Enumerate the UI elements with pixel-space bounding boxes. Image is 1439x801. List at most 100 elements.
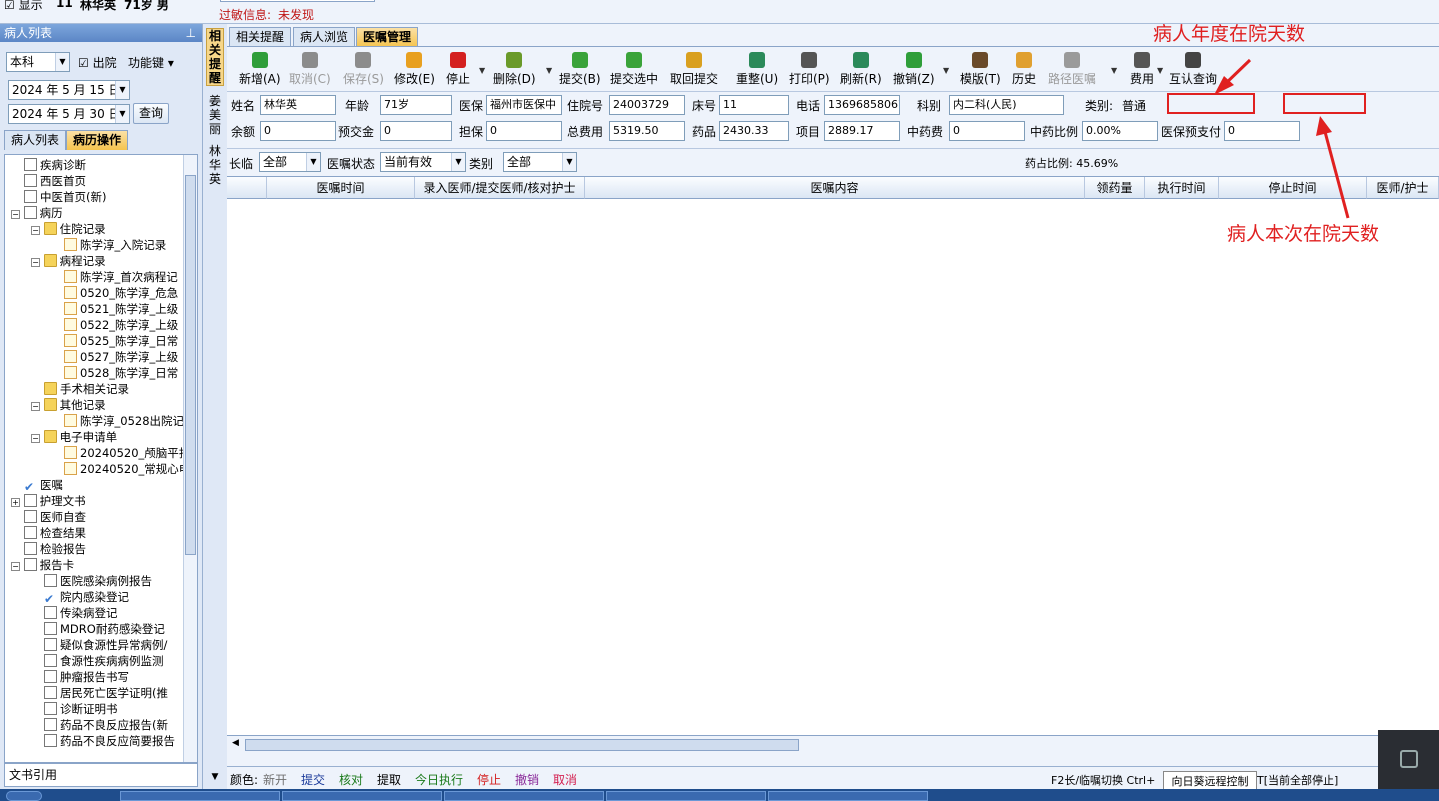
dropdown-arrow-icon[interactable]: ▼ [943,66,949,75]
tree-node[interactable]: 20240520_常规心电 [51,461,190,477]
doc-reference[interactable]: 文书引用 [4,763,198,787]
date-from[interactable]: 2024 年 5 月 15 日 ▼ [8,80,130,100]
grid-hscrollbar[interactable]: ◀ [227,735,1439,753]
tree-node[interactable]: 药品不良反应报告(新 [31,717,168,733]
function-key-menu[interactable]: 功能键 ▾ [128,54,174,71]
grid-col-select[interactable] [227,177,267,199]
toolbar-button[interactable]: 取回提交 [670,52,718,90]
grid-col-qty[interactable]: 领药量 [1085,177,1145,199]
tree-node[interactable]: 20240520_颅脑平扫 [51,445,190,461]
toolbar-button[interactable]: 历史 [1012,52,1036,90]
expander-icon[interactable]: − [11,210,20,219]
toolbar-button[interactable]: 重整(U) [736,52,778,90]
expander-icon[interactable]: + [11,498,20,507]
tree-node[interactable]: 检验报告 [11,541,86,557]
collapse-icon[interactable]: ▼ [206,770,224,784]
date-to[interactable]: 2024 年 5 月 30 日 ▼ [8,104,130,124]
vtab-patient-2[interactable]: 林华英 [206,144,224,186]
expander-icon[interactable]: − [31,226,40,235]
vtab-patient-1[interactable]: 姜美丽 [206,94,224,136]
toolbar-button[interactable]: 刷新(R) [840,52,882,90]
taskbar-item-1[interactable] [120,791,280,801]
vtab-related[interactable]: 相关提醒 [206,28,224,86]
taskbar-item-5[interactable] [768,791,928,801]
tree-node[interactable]: 医院感染病例报告 [31,573,152,589]
tree-node[interactable]: 食源性疾病病例监测 [31,653,164,669]
tab-related-reminder[interactable]: 相关提醒 [229,27,292,47]
start-button[interactable] [6,791,42,801]
dropdown-arrow-icon[interactable]: ▼ [546,66,552,75]
tree-node[interactable]: 0522_陈学淳_上级 [51,317,178,333]
toolbar-button[interactable]: 取消(C) [289,52,331,90]
tree-node[interactable]: 传染病登记 [31,605,118,621]
toolbar-button[interactable]: 打印(P) [789,52,830,90]
long-temp-select[interactable]: 全部 ▼ [259,152,321,172]
tree-node[interactable]: 0525_陈学淳_日常 [51,333,178,349]
tree-node[interactable]: − 其他记录 [31,397,106,413]
tree-node[interactable]: − 报告卡 [11,557,74,573]
taskbar-item-4[interactable] [606,791,766,801]
tree-node[interactable]: 药品不良反应简要报告 [31,733,175,749]
grid-col-doctor[interactable]: 录入医师/提交医师/核对护士 [415,177,585,199]
tree-node[interactable]: 医师自查 [11,509,86,525]
toolbar-button[interactable]: 删除(D) [493,52,536,90]
toolbar-button[interactable]: 保存(S) [343,52,384,90]
tree-node[interactable]: 检查结果 [11,525,86,541]
tree-node[interactable]: 0520_陈学淳_危急 [51,285,178,301]
tree-node[interactable]: 陈学淳_首次病程记 [51,269,178,285]
tree-node[interactable]: − 病程记录 [31,253,106,269]
tree-node[interactable]: 陈学淳_入院记录 [51,237,166,253]
tree-node[interactable]: − 住院记录 [31,221,106,237]
tree-node[interactable]: 诊断证明书 [31,701,118,717]
tree-node[interactable]: 肿瘤报告书写 [31,669,129,685]
tree-node[interactable]: ✔ 医嘱 [11,477,63,493]
query-button[interactable]: 查询 [133,103,169,124]
expander-icon[interactable]: − [11,562,20,571]
show-checkbox[interactable]: ☑ 显示 [4,0,43,13]
grid-col-time[interactable]: 医嘱时间 [267,177,415,199]
tree-node[interactable]: 0527_陈学淳_上级 [51,349,178,365]
pin-icon[interactable]: ⊥ [186,24,196,42]
remote-widget[interactable] [1378,730,1439,789]
tree-node[interactable]: MDRO耐药感染登记 [31,621,165,637]
discharged-checkbox[interactable]: ☑ 出院 [78,54,117,71]
tab-record-ops[interactable]: 病历操作 [66,130,129,150]
tree-node[interactable]: 疑似食源性异常病例/ [31,637,167,653]
toolbar-button[interactable]: 费用 [1130,52,1154,90]
tree-node[interactable]: 居民死亡医学证明(推 [31,685,168,701]
tree-node[interactable]: + 护理文书 [11,493,86,509]
tree-node[interactable]: − 病历 [11,205,63,221]
taskbar-item-2[interactable] [282,791,442,801]
order-status-select[interactable]: 当前有效 ▼ [380,152,466,172]
tab-patient-list[interactable]: 病人列表 [4,130,67,150]
tree-node[interactable]: 西医首页 [11,173,86,189]
toolbar-button[interactable]: 撤销(Z) [893,52,935,90]
tree-node[interactable]: 陈学淳_0528出院记 [51,413,184,429]
dropdown-arrow-icon[interactable]: ▼ [479,66,485,75]
toolbar-button[interactable]: 提交(B) [559,52,601,90]
tree-node[interactable]: ✔ 院内感染登记 [31,589,129,605]
tree-node[interactable]: 疾病诊断 [11,157,86,173]
tree-node[interactable]: 0528_陈学淳_日常 [51,365,178,381]
dropdown-arrow-icon[interactable]: ▼ [1157,66,1163,75]
taskbar-item-3[interactable] [444,791,604,801]
dropdown-arrow-icon[interactable]: ▼ [1111,66,1117,75]
expander-icon[interactable]: − [31,258,40,267]
expander-icon[interactable]: − [31,434,40,443]
tree-node[interactable]: 手术相关记录 [31,381,129,397]
grid-col-content[interactable]: 医嘱内容 [585,177,1085,199]
toolbar-button[interactable]: 新增(A) [239,52,281,90]
toolbar-button[interactable]: 提交选中 [610,52,658,90]
tree-node[interactable]: − 电子申请单 [31,429,117,445]
tree-node[interactable]: 0521_陈学淳_上级 [51,301,178,317]
expander-icon[interactable]: − [31,402,40,411]
tree-node[interactable]: 中医首页(新) [11,189,106,205]
tab-patient-browse[interactable]: 病人浏览 [293,27,356,47]
toolbar-button[interactable]: 模版(T) [960,52,1001,90]
tree-vscrollbar[interactable] [183,155,197,781]
dept-select[interactable]: 本科 ▼ [6,52,70,72]
toolbar-button[interactable]: 修改(E) [394,52,435,90]
tab-order-management[interactable]: 医嘱管理 [356,27,419,47]
toolbar-button[interactable]: 路径医嘱 [1048,52,1096,90]
toolbar-button[interactable]: 停止 [446,52,470,90]
